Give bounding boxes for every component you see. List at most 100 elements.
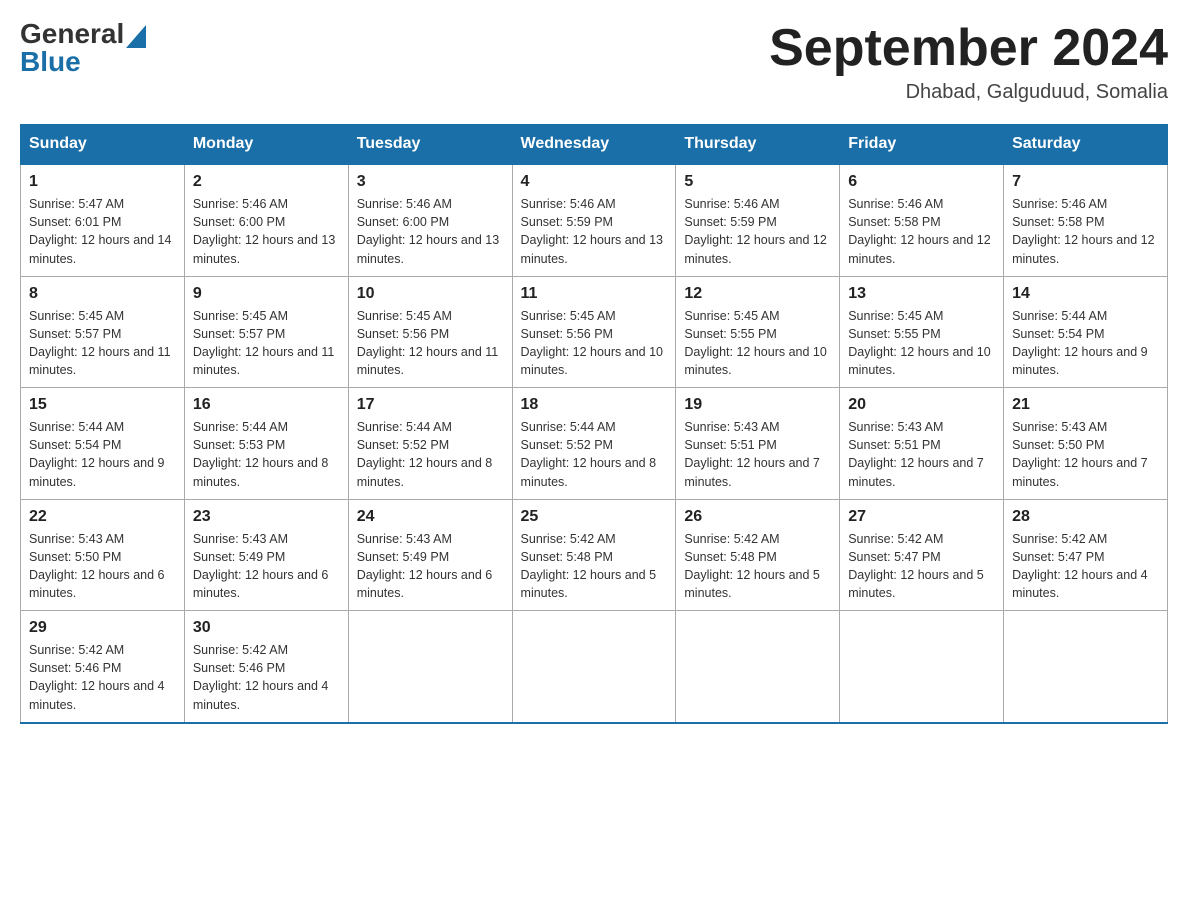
calendar-cell: 19 Sunrise: 5:43 AMSunset: 5:51 PMDayligh… [676, 388, 840, 500]
calendar-week-row: 29 Sunrise: 5:42 AMSunset: 5:46 PMDayligh… [21, 611, 1168, 723]
calendar-cell: 14Sunrise: 5:44 AMSunset: 5:54 PMDayligh… [1004, 276, 1168, 388]
calendar-cell: 5 Sunrise: 5:46 AMSunset: 5:59 PMDaylight… [676, 164, 840, 276]
day-number: 3 [357, 173, 504, 191]
day-info: Sunrise: 5:42 AMSunset: 5:48 PMDaylight:… [521, 530, 668, 603]
calendar-cell: 9 Sunrise: 5:45 AMSunset: 5:57 PMDaylight… [184, 276, 348, 388]
day-info: Sunrise: 5:43 AMSunset: 5:51 PMDaylight:… [848, 418, 995, 491]
day-info: Sunrise: 5:46 AMSunset: 5:58 PMDaylight:… [1012, 195, 1159, 268]
calendar-cell [840, 611, 1004, 723]
calendar-cell: 6Sunrise: 5:46 AMSunset: 5:58 PMDaylight… [840, 164, 1004, 276]
calendar-cell: 13 Sunrise: 5:45 AMSunset: 5:55 PMDayligh… [840, 276, 1004, 388]
day-number: 28 [1012, 508, 1159, 526]
day-info: Sunrise: 5:43 AMSunset: 5:50 PMDaylight:… [1012, 418, 1159, 491]
calendar-week-row: 22Sunrise: 5:43 AMSunset: 5:50 PMDayligh… [21, 499, 1168, 611]
calendar-cell: 8Sunrise: 5:45 AMSunset: 5:57 PMDaylight… [21, 276, 185, 388]
day-info: Sunrise: 5:44 AMSunset: 5:53 PMDaylight:… [193, 418, 340, 491]
calendar-cell: 10Sunrise: 5:45 AMSunset: 5:56 PMDayligh… [348, 276, 512, 388]
day-number: 27 [848, 508, 995, 526]
day-number: 11 [521, 285, 668, 303]
day-info: Sunrise: 5:43 AMSunset: 5:51 PMDaylight:… [684, 418, 831, 491]
page-title: September 2024 [769, 20, 1168, 77]
day-number: 30 [193, 619, 340, 637]
day-number: 7 [1012, 173, 1159, 191]
logo-blue-text: Blue [20, 46, 81, 77]
day-number: 25 [521, 508, 668, 526]
calendar-cell: 21Sunrise: 5:43 AMSunset: 5:50 PMDayligh… [1004, 388, 1168, 500]
calendar-cell: 2Sunrise: 5:46 AMSunset: 6:00 PMDaylight… [184, 164, 348, 276]
calendar-header-tuesday: Tuesday [348, 125, 512, 165]
calendar-cell: 3Sunrise: 5:46 AMSunset: 6:00 PMDaylight… [348, 164, 512, 276]
calendar-cell: 27 Sunrise: 5:42 AMSunset: 5:47 PMDayligh… [840, 499, 1004, 611]
calendar-header-thursday: Thursday [676, 125, 840, 165]
day-info: Sunrise: 5:46 AMSunset: 5:59 PMDaylight:… [684, 195, 831, 268]
calendar-cell: 20 Sunrise: 5:43 AMSunset: 5:51 PMDayligh… [840, 388, 1004, 500]
calendar-cell: 17 Sunrise: 5:44 AMSunset: 5:52 PMDayligh… [348, 388, 512, 500]
calendar-cell: 25 Sunrise: 5:42 AMSunset: 5:48 PMDayligh… [512, 499, 676, 611]
day-number: 9 [193, 285, 340, 303]
calendar-cell: 16 Sunrise: 5:44 AMSunset: 5:53 PMDayligh… [184, 388, 348, 500]
calendar-week-row: 15Sunrise: 5:44 AMSunset: 5:54 PMDayligh… [21, 388, 1168, 500]
calendar-cell: 18 Sunrise: 5:44 AMSunset: 5:52 PMDayligh… [512, 388, 676, 500]
calendar-cell [512, 611, 676, 723]
calendar-cell [348, 611, 512, 723]
calendar-cell: 1 Sunrise: 5:47 AMSunset: 6:01 PMDaylight… [21, 164, 185, 276]
calendar-cell: 23 Sunrise: 5:43 AMSunset: 5:49 PMDayligh… [184, 499, 348, 611]
calendar-cell: 11Sunrise: 5:45 AMSunset: 5:56 PMDayligh… [512, 276, 676, 388]
calendar-cell: 7 Sunrise: 5:46 AMSunset: 5:58 PMDaylight… [1004, 164, 1168, 276]
day-info: Sunrise: 5:42 AMSunset: 5:47 PMDaylight:… [1012, 530, 1159, 603]
day-info: Sunrise: 5:42 AMSunset: 5:47 PMDaylight:… [848, 530, 995, 603]
calendar-cell: 24 Sunrise: 5:43 AMSunset: 5:49 PMDayligh… [348, 499, 512, 611]
day-info: Sunrise: 5:44 AMSunset: 5:52 PMDaylight:… [521, 418, 668, 491]
calendar-cell [676, 611, 840, 723]
day-number: 20 [848, 396, 995, 414]
calendar-week-row: 1 Sunrise: 5:47 AMSunset: 6:01 PMDaylight… [21, 164, 1168, 276]
calendar-cell: 30 Sunrise: 5:42 AMSunset: 5:46 PMDayligh… [184, 611, 348, 723]
logo: General Blue [20, 20, 146, 76]
day-number: 23 [193, 508, 340, 526]
day-info: Sunrise: 5:46 AMSunset: 6:00 PMDaylight:… [193, 195, 340, 268]
day-info: Sunrise: 5:42 AMSunset: 5:46 PMDaylight:… [193, 641, 340, 714]
page-subtitle: Dhabad, Galguduud, Somalia [769, 81, 1168, 104]
calendar-cell: 29 Sunrise: 5:42 AMSunset: 5:46 PMDayligh… [21, 611, 185, 723]
day-info: Sunrise: 5:45 AMSunset: 5:55 PMDaylight:… [848, 307, 995, 380]
calendar-table: SundayMondayTuesdayWednesdayThursdayFrid… [20, 124, 1168, 724]
page-header: General Blue September 2024 Dhabad, Galg… [20, 20, 1168, 104]
day-info: Sunrise: 5:46 AMSunset: 5:59 PMDaylight:… [521, 195, 668, 268]
logo-triangle-icon [126, 20, 146, 48]
calendar-cell: 4 Sunrise: 5:46 AMSunset: 5:59 PMDaylight… [512, 164, 676, 276]
calendar-cell: 15Sunrise: 5:44 AMSunset: 5:54 PMDayligh… [21, 388, 185, 500]
day-info: Sunrise: 5:45 AMSunset: 5:57 PMDaylight:… [193, 307, 340, 380]
day-number: 4 [521, 173, 668, 191]
day-number: 24 [357, 508, 504, 526]
day-info: Sunrise: 5:43 AMSunset: 5:49 PMDaylight:… [357, 530, 504, 603]
day-number: 12 [684, 285, 831, 303]
day-number: 13 [848, 285, 995, 303]
calendar-header-row: SundayMondayTuesdayWednesdayThursdayFrid… [21, 125, 1168, 165]
day-info: Sunrise: 5:43 AMSunset: 5:49 PMDaylight:… [193, 530, 340, 603]
calendar-week-row: 8Sunrise: 5:45 AMSunset: 5:57 PMDaylight… [21, 276, 1168, 388]
day-number: 1 [29, 173, 176, 191]
day-number: 17 [357, 396, 504, 414]
day-number: 16 [193, 396, 340, 414]
day-info: Sunrise: 5:44 AMSunset: 5:54 PMDaylight:… [29, 418, 176, 491]
day-number: 29 [29, 619, 176, 637]
title-area: September 2024 Dhabad, Galguduud, Somali… [769, 20, 1168, 104]
day-info: Sunrise: 5:44 AMSunset: 5:52 PMDaylight:… [357, 418, 504, 491]
calendar-header-saturday: Saturday [1004, 125, 1168, 165]
calendar-header-monday: Monday [184, 125, 348, 165]
day-info: Sunrise: 5:43 AMSunset: 5:50 PMDaylight:… [29, 530, 176, 603]
day-info: Sunrise: 5:42 AMSunset: 5:48 PMDaylight:… [684, 530, 831, 603]
day-number: 5 [684, 173, 831, 191]
day-number: 18 [521, 396, 668, 414]
day-number: 10 [357, 285, 504, 303]
day-number: 19 [684, 396, 831, 414]
logo-general-text: General [20, 20, 124, 48]
calendar-cell [1004, 611, 1168, 723]
day-info: Sunrise: 5:42 AMSunset: 5:46 PMDaylight:… [29, 641, 176, 714]
day-number: 26 [684, 508, 831, 526]
calendar-cell: 26 Sunrise: 5:42 AMSunset: 5:48 PMDayligh… [676, 499, 840, 611]
calendar-cell: 28 Sunrise: 5:42 AMSunset: 5:47 PMDayligh… [1004, 499, 1168, 611]
calendar-cell: 12 Sunrise: 5:45 AMSunset: 5:55 PMDayligh… [676, 276, 840, 388]
day-info: Sunrise: 5:45 AMSunset: 5:55 PMDaylight:… [684, 307, 831, 380]
day-info: Sunrise: 5:47 AMSunset: 6:01 PMDaylight:… [29, 195, 176, 268]
